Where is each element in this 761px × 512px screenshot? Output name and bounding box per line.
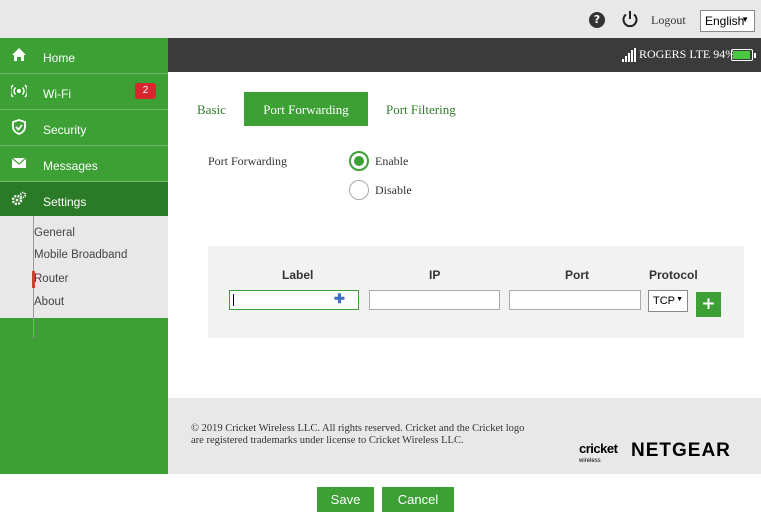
home-icon [12, 48, 26, 61]
power-icon[interactable] [621, 10, 639, 28]
notification-badge: 2 [135, 83, 156, 99]
battery-fill [733, 51, 750, 59]
copyright-line-2: are registered trademarks under license … [191, 435, 464, 446]
cricket-logo: cricket [579, 441, 618, 456]
signal-strength-icon [622, 48, 636, 62]
label-input[interactable]: ✚ [229, 290, 359, 310]
submenu-item-about[interactable]: About [34, 296, 64, 308]
language-select[interactable]: English ▼ [700, 10, 755, 32]
text-cursor [233, 294, 234, 306]
sidebar-item-home[interactable]: Home [0, 38, 168, 74]
tab-port-filtering[interactable]: Port Filtering [386, 92, 486, 126]
settings-submenu: General Mobile Broadband Router About [0, 216, 168, 338]
column-header-port: Port [565, 268, 589, 282]
status-bar: ROGERS LTE 94% [168, 38, 761, 72]
tab-port-forwarding[interactable]: Port Forwarding [244, 92, 368, 126]
tab-basic[interactable]: Basic [197, 92, 237, 126]
save-button[interactable]: Save [317, 487, 374, 512]
chevron-down-icon: ▼ [741, 15, 749, 24]
top-bar: ? Logout English ▼ [0, 0, 761, 38]
protocol-select[interactable]: TCP ▼ [648, 290, 688, 312]
sidebar-item-label: Security [43, 123, 87, 137]
envelope-icon [11, 157, 27, 168]
sidebar-item-messages[interactable]: Messages [0, 146, 168, 182]
protocol-select-value: TCP [653, 295, 675, 307]
submenu-item-mobile-broadband[interactable]: Mobile Broadband [34, 249, 127, 261]
radio-dot [354, 156, 364, 166]
sidebar-item-label: Settings [43, 195, 87, 209]
wifi-icon [11, 84, 27, 98]
help-icon[interactable]: ? [589, 12, 605, 28]
disable-radio-label[interactable]: Disable [375, 183, 412, 198]
port-forwarding-label: Port Forwarding [208, 154, 287, 168]
submenu-item-general[interactable]: General [34, 227, 75, 239]
chevron-down-icon: ▼ [676, 296, 683, 303]
column-header-protocol: Protocol [649, 268, 698, 282]
autofill-plus-icon[interactable]: ✚ [334, 291, 345, 307]
gear-icon [11, 191, 27, 206]
netgear-logo: NETGEAR [631, 440, 731, 461]
sidebar-item-wifi[interactable]: Wi-Fi 2 [0, 74, 168, 110]
sidebar-item-settings[interactable]: Settings [0, 182, 168, 218]
copyright-line-1: © 2019 Cricket Wireless LLC. All rights … [191, 423, 525, 434]
network-type: LTE [689, 47, 711, 61]
shield-icon [12, 119, 26, 135]
enable-radio[interactable] [349, 151, 369, 171]
battery-tip [754, 53, 756, 58]
cancel-button[interactable]: Cancel [382, 487, 454, 512]
copyright-text: © 2019 Cricket Wireless LLC. All rights … [191, 423, 591, 447]
page: ? Logout English ▼ Home Wi-Fi 2 Security… [0, 0, 761, 512]
sidebar-item-security[interactable]: Security [0, 110, 168, 146]
submenu-item-router[interactable]: Router [34, 273, 69, 285]
disable-radio[interactable] [349, 180, 369, 200]
sidebar-item-label: Messages [43, 159, 98, 173]
add-rule-button[interactable]: + [696, 292, 721, 317]
column-header-ip: IP [429, 268, 441, 282]
submenu-current-indicator [32, 271, 35, 288]
carrier-name: ROGERS [639, 47, 687, 61]
sidebar: Home Wi-Fi 2 Security Messages Settings … [0, 38, 168, 474]
sidebar-item-label: Home [43, 51, 76, 65]
footer: © 2019 Cricket Wireless LLC. All rights … [168, 398, 761, 474]
carrier-status: ROGERS LTE 94% [639, 47, 735, 62]
column-header-label: Label [282, 268, 314, 282]
cricket-logo-subtitle: wireless [579, 458, 601, 464]
submenu-divider [33, 216, 34, 316]
battery-icon [731, 49, 756, 61]
language-select-value: English [705, 14, 745, 28]
logout-link[interactable]: Logout [651, 13, 686, 28]
port-input[interactable] [509, 290, 641, 310]
ip-input[interactable] [369, 290, 500, 310]
enable-radio-label[interactable]: Enable [375, 154, 408, 169]
sidebar-item-label: Wi-Fi [43, 87, 71, 101]
